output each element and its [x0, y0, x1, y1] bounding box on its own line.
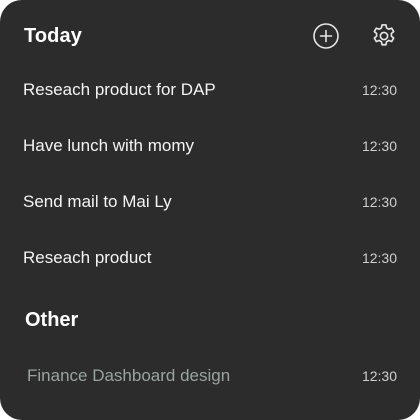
task-widget: Today Reseach product for DAP 12:30 Have…	[0, 0, 420, 420]
task-title: Reseach product	[23, 248, 152, 267]
task-title: Have lunch with momy	[23, 136, 195, 155]
task-title: Reseach product for DAP	[23, 80, 216, 99]
today-task-row[interactable]: Send mail to Mai Ly 12:30	[23, 187, 397, 217]
other-section-title: Other	[25, 308, 79, 331]
header-actions	[312, 22, 398, 50]
task-time: 12:30	[361, 250, 397, 266]
gear-icon	[373, 24, 395, 46]
today-task-row[interactable]: Reseach product 12:30	[23, 243, 397, 273]
task-title: Finance Dashboard design	[27, 366, 231, 385]
today-header: Today	[24, 22, 398, 50]
task-time: 12:30	[361, 138, 397, 154]
task-time: 12:30	[361, 82, 397, 98]
other-task-row[interactable]: Finance Dashboard design 12:30	[27, 361, 397, 391]
task-title: Send mail to Mai Ly	[23, 192, 172, 211]
today-task-row[interactable]: Reseach product for DAP 12:30	[23, 75, 397, 105]
today-task-row[interactable]: Have lunch with momy 12:30	[23, 131, 397, 161]
today-section-title: Today	[24, 24, 82, 47]
plus-circle-icon	[313, 23, 339, 49]
add-task-button[interactable]	[312, 22, 340, 50]
settings-button[interactable]	[370, 22, 398, 50]
task-time: 12:30	[361, 368, 397, 384]
task-time: 12:30	[361, 194, 397, 210]
